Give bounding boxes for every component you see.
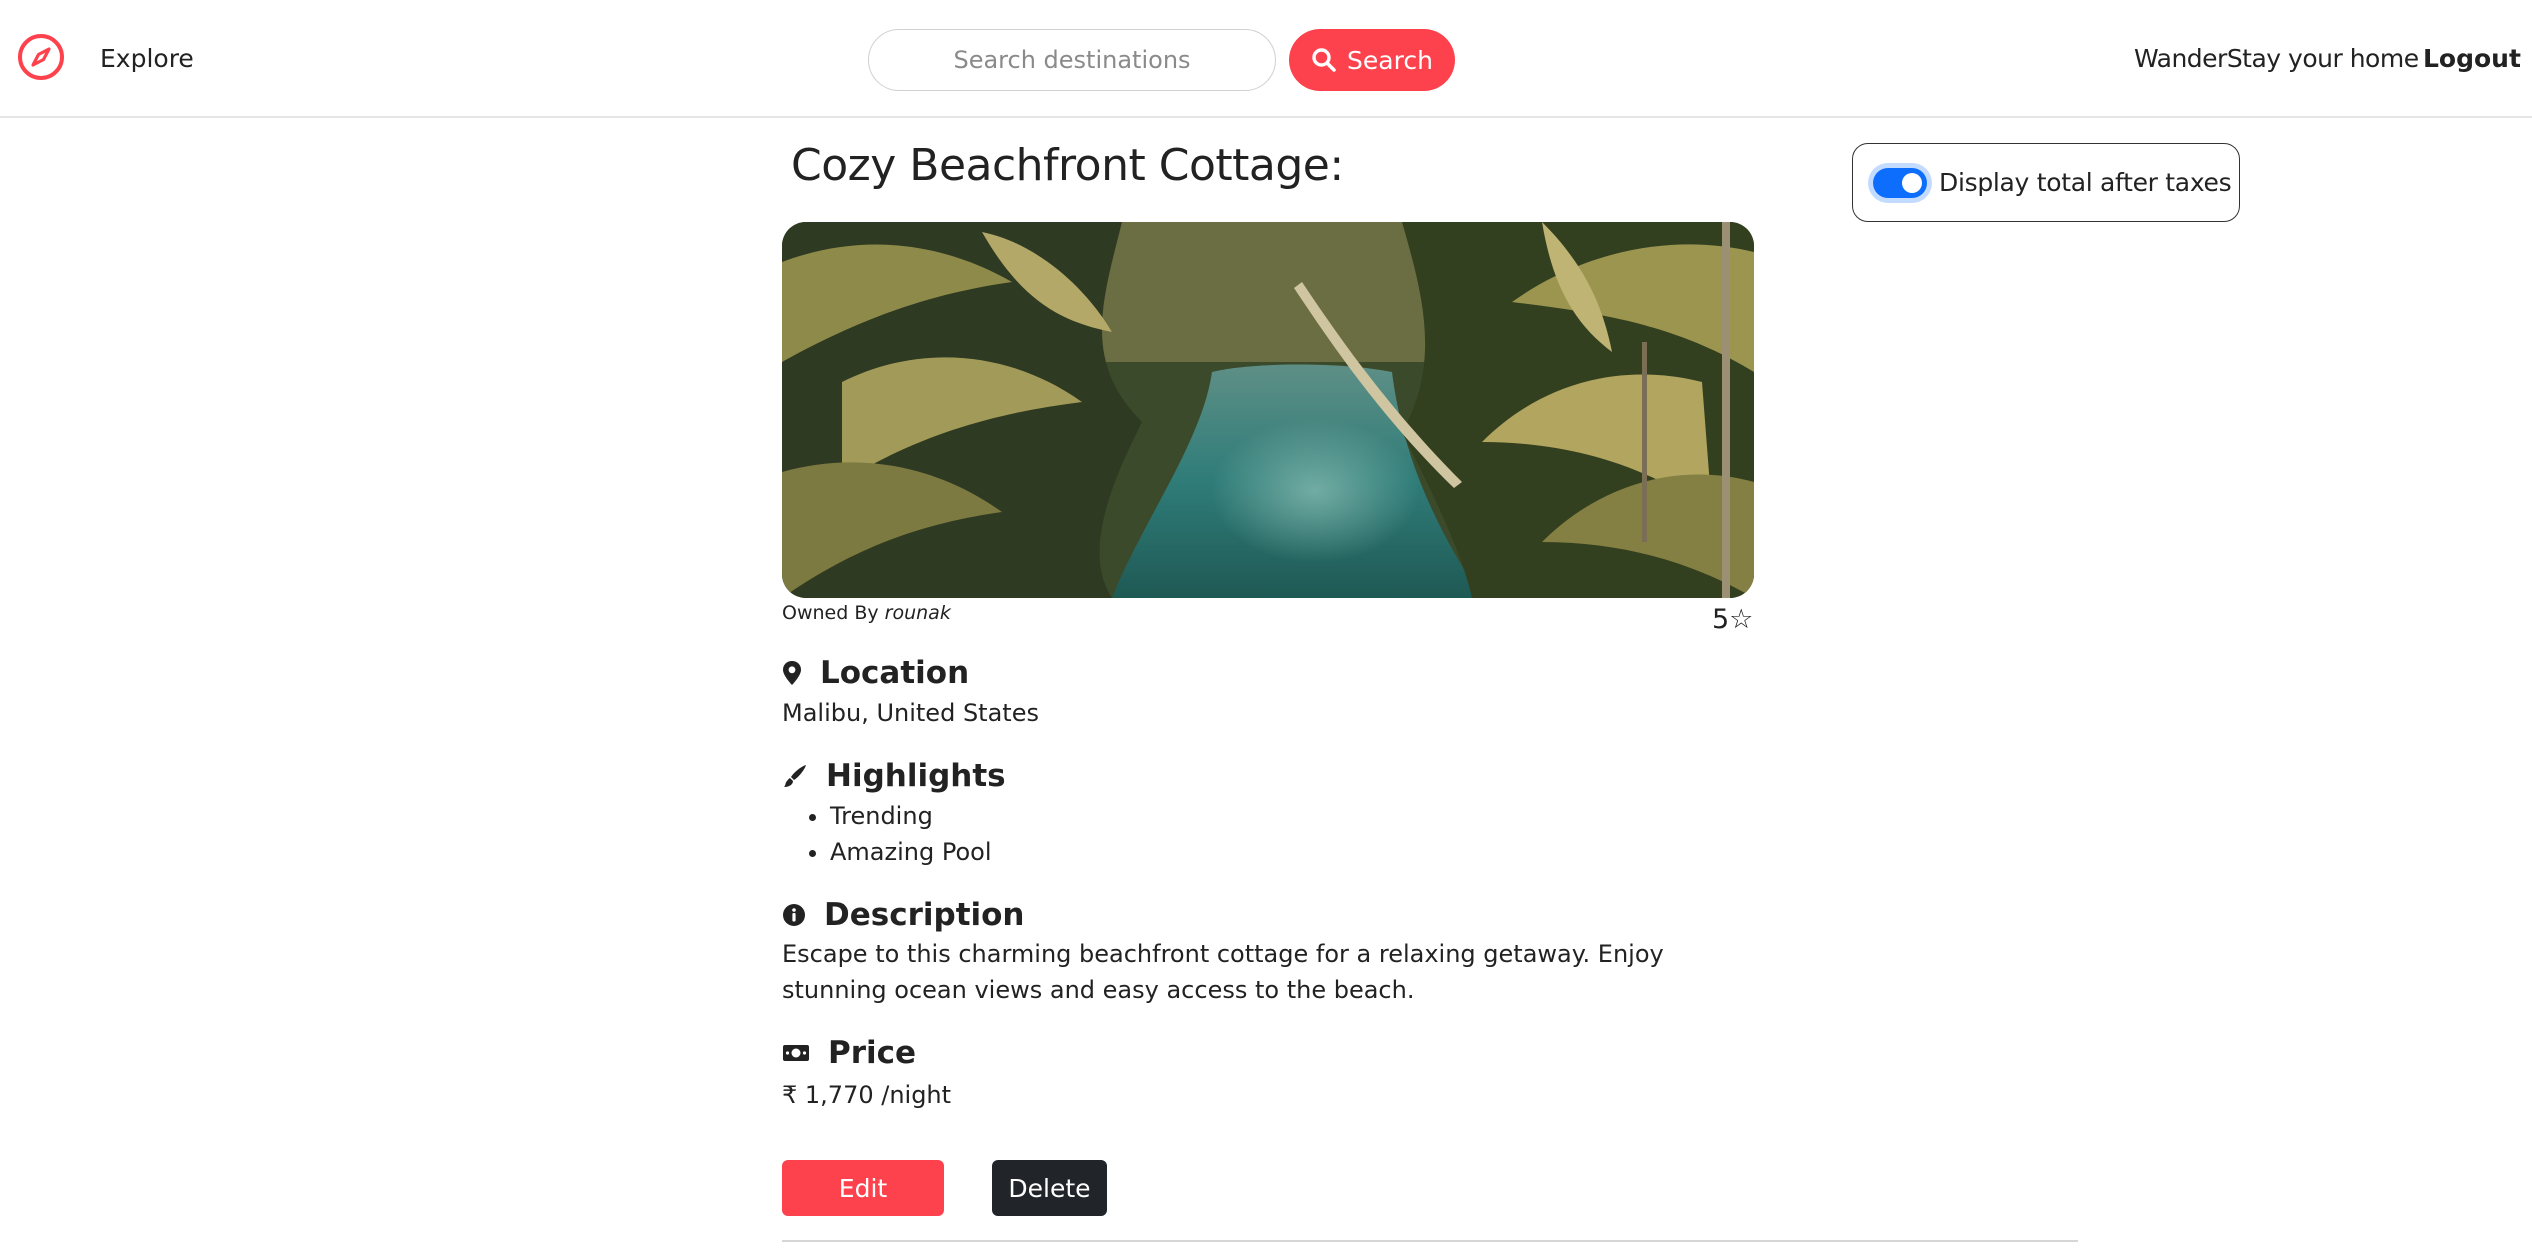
search-input[interactable] (868, 29, 1276, 91)
location-heading: Location (782, 655, 969, 691)
search-button-label: Search (1347, 45, 1433, 75)
map-pin-icon (783, 661, 801, 685)
tax-toggle-label: Display total after taxes (1939, 168, 2232, 197)
price-heading-text: Price (828, 1035, 917, 1071)
highlights-heading-text: Highlights (826, 758, 1006, 794)
location-value: Malibu, United States (782, 699, 1039, 727)
rating: 5☆ (1712, 604, 1754, 635)
tax-switch[interactable] (1873, 167, 1927, 198)
tax-toggle[interactable]: Display total after taxes (1852, 143, 2240, 222)
info-circle-icon (783, 904, 805, 926)
description-text: Escape to this charming beachfront cotta… (782, 940, 1664, 1004)
search-button[interactable]: Search (1289, 29, 1455, 91)
brush-icon (784, 765, 806, 787)
price-heading: Price (782, 1035, 916, 1071)
owner-line: Owned By rounak (782, 602, 951, 624)
money-bill-icon (783, 1045, 809, 1061)
nav-logout-link[interactable]: Logout (2423, 44, 2521, 73)
list-item: Trending (830, 798, 992, 834)
highlights-list: Trending Amazing Pool (782, 798, 992, 870)
owner-name: rounak (884, 602, 951, 624)
location-heading-text: Location (820, 655, 970, 691)
list-item: Amazing Pool (830, 834, 992, 870)
delete-button[interactable]: Delete (992, 1160, 1107, 1216)
compass-icon[interactable] (16, 32, 66, 82)
switch-knob (1902, 172, 1922, 193)
description-heading: Description (782, 897, 1025, 933)
listing-image (782, 222, 1754, 598)
divider (782, 1240, 2078, 1242)
highlights-heading: Highlights (782, 758, 1006, 794)
edit-button[interactable]: Edit (782, 1160, 944, 1216)
nav-home-link[interactable]: WanderStay your home (2134, 44, 2419, 73)
description-heading-text: Description (824, 897, 1025, 933)
listing-title: Cozy Beachfront Cottage: (791, 140, 1344, 191)
nav-explore-link[interactable]: Explore (100, 44, 194, 73)
navbar: Explore Search WanderStay your home Logo… (0, 0, 2532, 118)
owner-prefix: Owned By (782, 602, 879, 624)
search-icon (1312, 48, 1336, 72)
price-value: ₹ 1,770 /night (782, 1081, 952, 1109)
